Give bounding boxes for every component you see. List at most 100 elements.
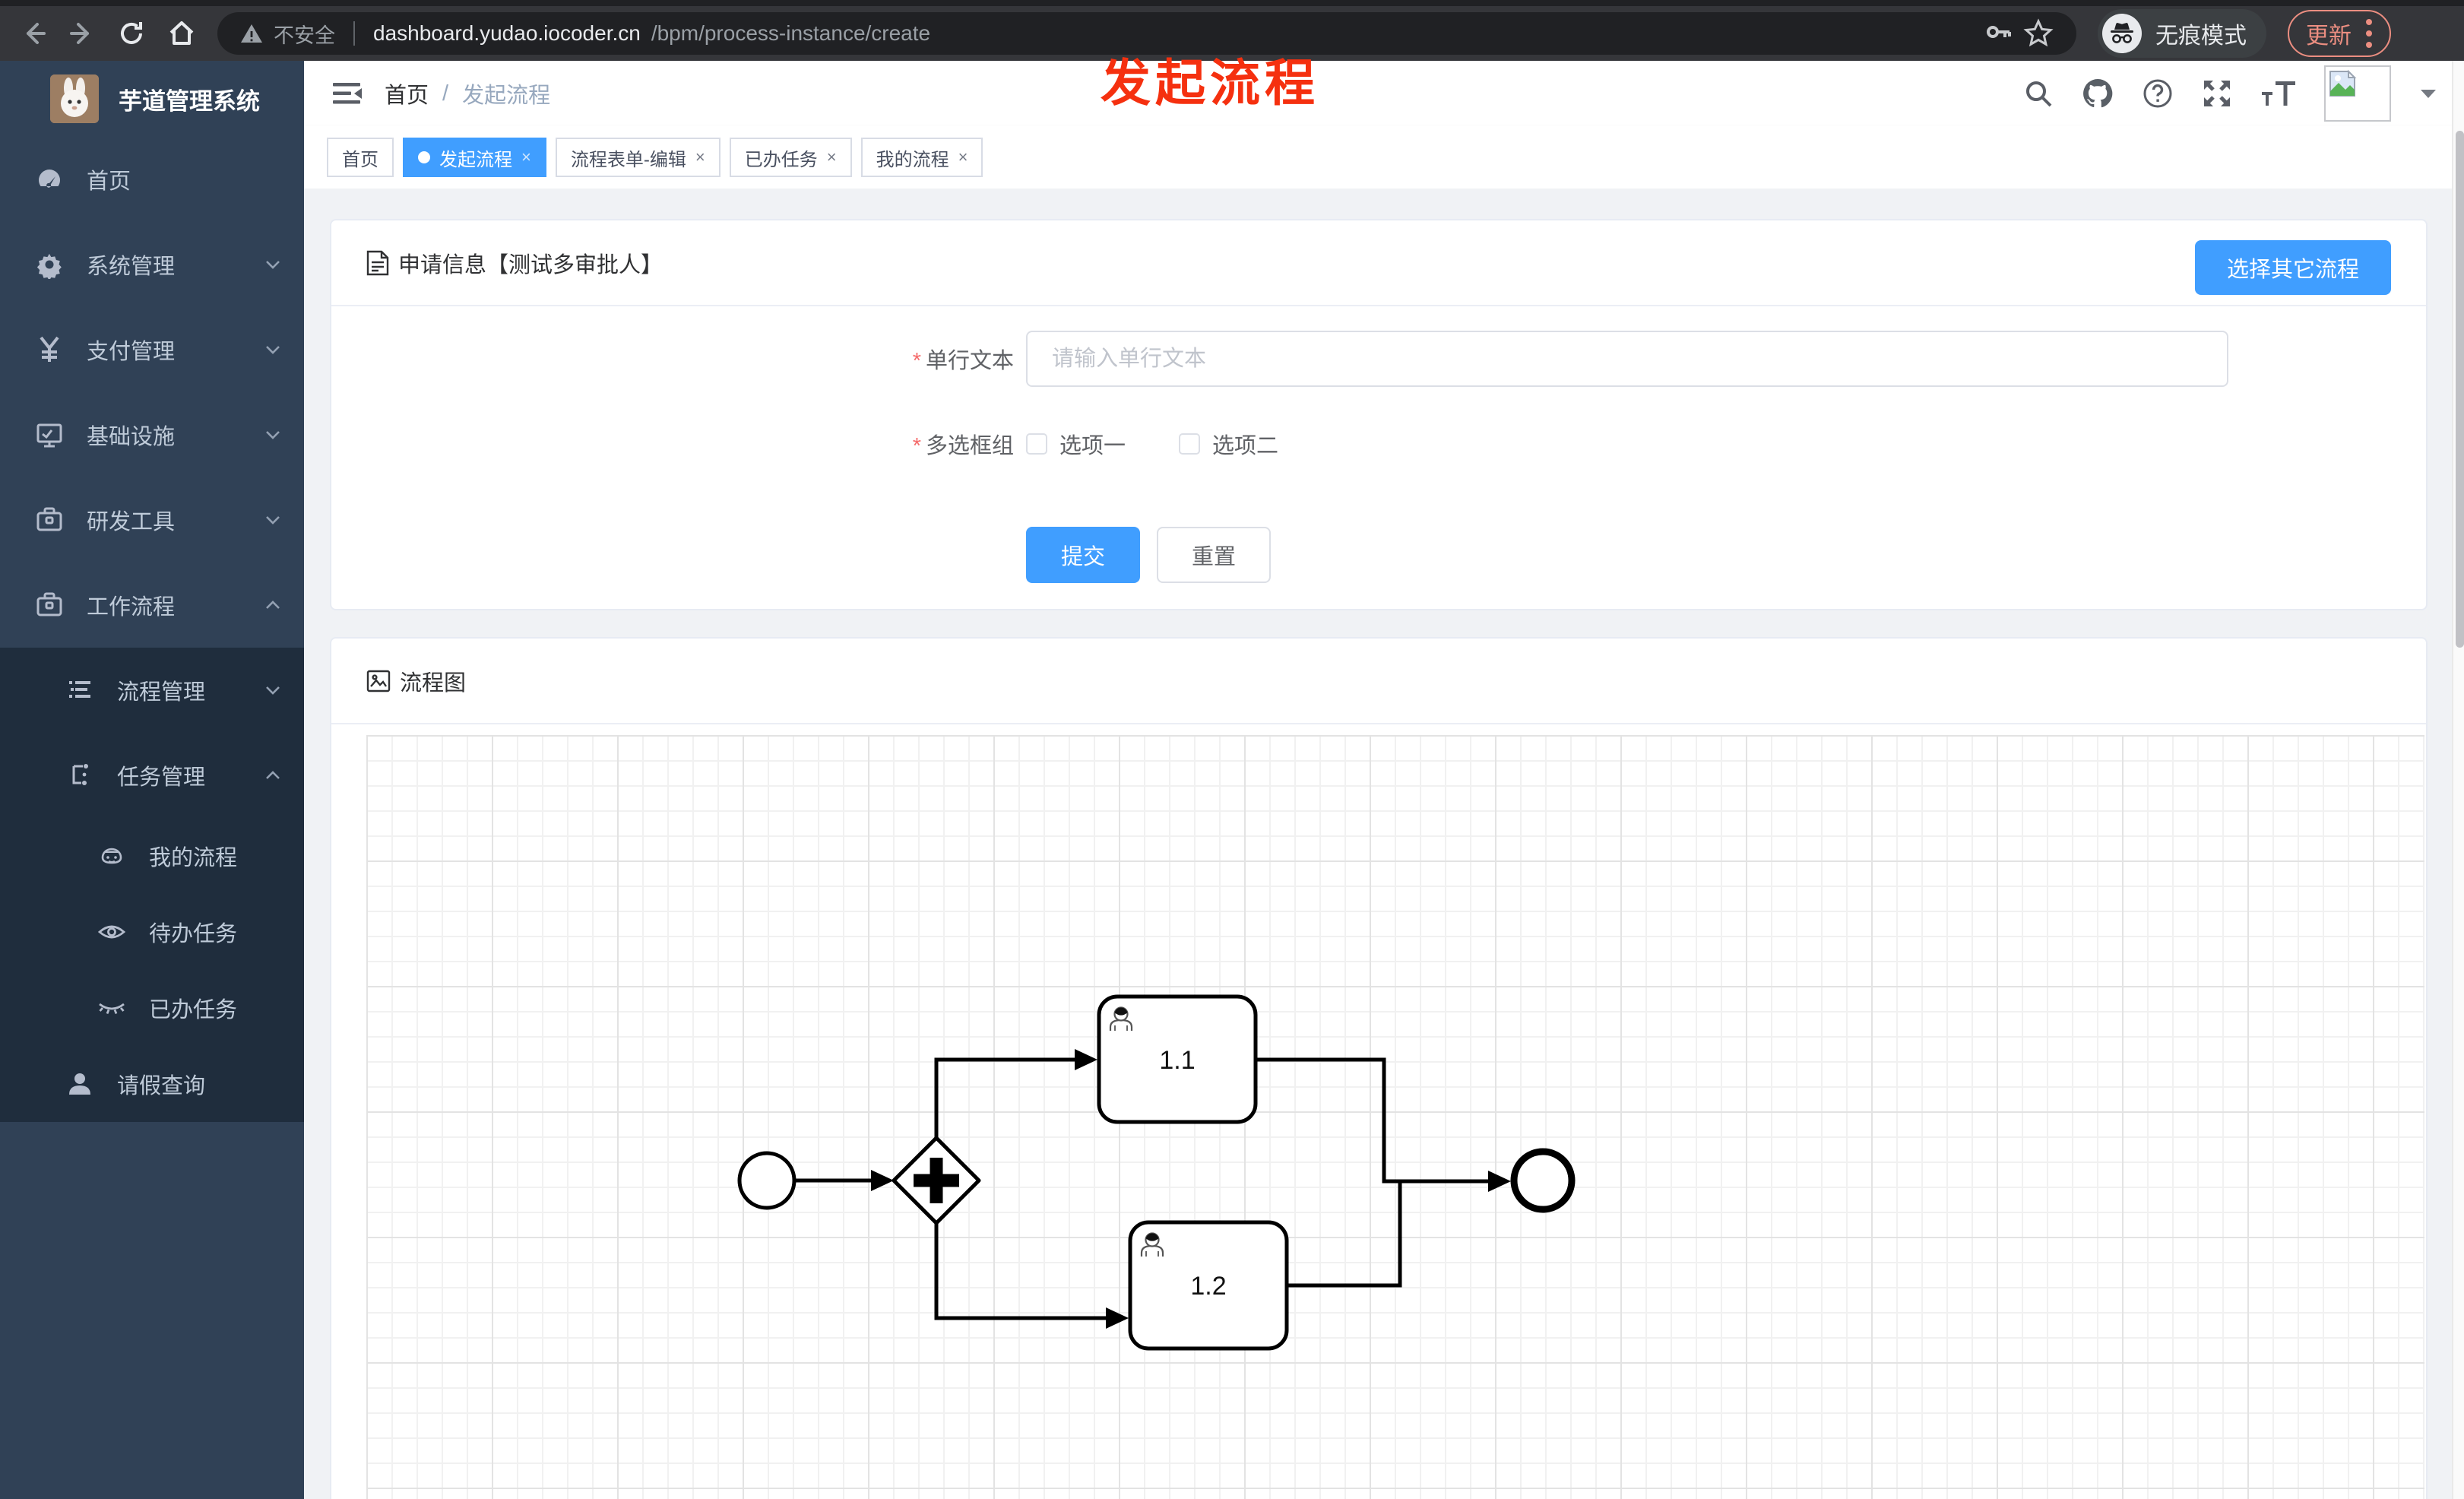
browser-menu-icon[interactable] bbox=[2365, 17, 2373, 49]
back-icon[interactable] bbox=[20, 20, 47, 47]
url-bar[interactable]: 不安全 dashboard.yudao.iocoder.cn/bpm/proce… bbox=[217, 12, 2076, 55]
page-header: 首页 / 发起流程 bbox=[304, 61, 2464, 126]
eye-closed-icon bbox=[94, 994, 129, 1022]
checkbox-option-2[interactable]: 选项二 bbox=[1179, 428, 1278, 460]
arrowhead bbox=[1075, 1049, 1097, 1070]
bpmn-canvas[interactable]: 1.1 1.2 bbox=[331, 724, 2426, 1499]
start-event[interactable] bbox=[737, 1151, 797, 1210]
active-dot bbox=[418, 151, 430, 163]
single-line-text-input[interactable] bbox=[1026, 331, 2228, 387]
toolbox-icon bbox=[32, 591, 67, 620]
logo-image bbox=[50, 74, 99, 123]
sidebar-item-my-process[interactable]: 我的流程 bbox=[0, 818, 304, 894]
sidebar-collapse-icon[interactable] bbox=[331, 80, 362, 107]
sidebar-item-task-mgmt[interactable]: 任务管理 bbox=[0, 733, 304, 818]
forward-icon[interactable] bbox=[68, 20, 96, 47]
checkbox-option-1[interactable]: 选项一 bbox=[1026, 428, 1126, 460]
workflow-submenu: 流程管理 任务管理 我的流程 待办任务 已办任务 请假查询 bbox=[0, 648, 304, 1122]
end-event[interactable] bbox=[1510, 1148, 1576, 1213]
font-size-icon[interactable] bbox=[2260, 78, 2297, 109]
parallel-gateway[interactable] bbox=[892, 1136, 981, 1225]
apply-info-card: 申请信息【测试多审批人】 选择其它流程 *单行文本 *多选框组 选项一 选项二 … bbox=[330, 219, 2428, 610]
bookmark-star-icon[interactable] bbox=[2023, 18, 2054, 49]
scrollbar-thumb[interactable] bbox=[2456, 131, 2464, 648]
chevron-up-icon bbox=[263, 765, 283, 785]
toolbox-icon bbox=[32, 505, 67, 534]
security-warning-icon[interactable] bbox=[240, 22, 263, 45]
sidebar-item-label: 我的流程 bbox=[149, 846, 238, 870]
chevron-down-icon bbox=[263, 425, 283, 445]
arrowhead bbox=[1106, 1307, 1129, 1329]
checkbox[interactable] bbox=[1179, 433, 1201, 455]
eye-icon bbox=[94, 917, 129, 946]
page-content: 申请信息【测试多审批人】 选择其它流程 *单行文本 *多选框组 选项一 选项二 … bbox=[304, 189, 2464, 1499]
sidebar-item-done-tasks[interactable]: 已办任务 bbox=[0, 970, 304, 1046]
reset-button[interactable]: 重置 bbox=[1157, 527, 1272, 583]
field-label: * 多选框组 bbox=[912, 434, 1014, 458]
close-icon[interactable]: × bbox=[521, 147, 531, 167]
help-icon[interactable] bbox=[2142, 78, 2174, 109]
sidebar-item-leave-query[interactable]: 请假查询 bbox=[0, 1046, 304, 1122]
tab-my-process[interactable]: 我的流程 × bbox=[860, 138, 983, 177]
breadcrumb-home[interactable]: 首页 bbox=[385, 78, 429, 109]
update-button[interactable]: 更新 bbox=[2288, 10, 2391, 57]
form-row-checkbox: * 多选框组 选项一 选项二 bbox=[331, 428, 2426, 460]
sidebar-item-label: 工作流程 bbox=[87, 595, 176, 620]
sidebar-item-label: 首页 bbox=[87, 170, 131, 194]
bpmn-diagram: 1.1 1.2 bbox=[737, 994, 1576, 1351]
avatar[interactable] bbox=[2324, 65, 2391, 122]
sidebar-item-todo-tasks[interactable]: 待办任务 bbox=[0, 894, 304, 970]
card-title: 流程图 bbox=[400, 670, 467, 696]
sidebar-item-payment[interactable]: 支付管理 bbox=[0, 307, 304, 392]
fullscreen-icon[interactable] bbox=[2201, 78, 2233, 109]
submit-button[interactable]: 提交 bbox=[1026, 527, 1141, 583]
close-icon[interactable]: × bbox=[827, 147, 837, 167]
sidebar: 芋道管理系统 首页 系统管理 支付管理 基础设施 研发工具 工作流程 流程管理 bbox=[0, 61, 304, 1499]
checkbox[interactable] bbox=[1026, 433, 1047, 455]
sidebar-item-process-mgmt[interactable]: 流程管理 bbox=[0, 648, 304, 733]
update-label: 更新 bbox=[2306, 24, 2352, 49]
monitor-icon bbox=[32, 420, 67, 449]
incognito-label: 无痕模式 bbox=[2155, 24, 2247, 49]
sidebar-item-infrastructure[interactable]: 基础设施 bbox=[0, 392, 304, 477]
close-icon[interactable]: × bbox=[958, 147, 968, 167]
url-path: /bpm/process-instance/create bbox=[651, 21, 931, 45]
chevron-down-icon[interactable] bbox=[2420, 88, 2437, 99]
security-label: 不安全 bbox=[274, 24, 335, 47]
chevron-down-icon bbox=[263, 255, 283, 274]
card-title: 申请信息【测试多审批人】 bbox=[398, 252, 664, 277]
form-actions: 提交 重置 bbox=[331, 527, 2426, 583]
chevron-up-icon bbox=[263, 595, 283, 615]
card-header: 流程图 bbox=[331, 639, 2426, 724]
key-icon[interactable] bbox=[1984, 19, 2013, 48]
chevron-down-icon bbox=[263, 510, 283, 530]
apply-form: *单行文本 *多选框组 选项一 选项二 提交 重置 bbox=[331, 306, 2426, 583]
flow-gateway-task2 bbox=[934, 1222, 1109, 1320]
sidebar-item-label: 系统管理 bbox=[87, 255, 176, 279]
sidebar-item-system[interactable]: 系统管理 bbox=[0, 222, 304, 307]
sidebar-item-label: 基础设施 bbox=[87, 425, 176, 449]
close-icon[interactable]: × bbox=[695, 147, 705, 167]
process-diagram-card: 流程图 1.1 1.2 bbox=[330, 637, 2428, 1499]
browser-toolbar: 不安全 dashboard.yudao.iocoder.cn/bpm/proce… bbox=[0, 6, 2464, 61]
page-scrollbar[interactable] bbox=[2452, 61, 2464, 1499]
choose-other-process-button[interactable]: 选择其它流程 bbox=[2194, 240, 2391, 295]
sidebar-item-home[interactable]: 首页 bbox=[0, 137, 304, 222]
reload-icon[interactable] bbox=[117, 19, 146, 48]
github-icon[interactable] bbox=[2081, 77, 2114, 110]
sidebar-item-label: 请假查询 bbox=[117, 1074, 206, 1098]
dashboard-icon bbox=[32, 165, 67, 194]
sidebar-item-workflow[interactable]: 工作流程 bbox=[0, 563, 304, 648]
tab-home[interactable]: 首页 bbox=[327, 138, 394, 177]
user-task-1-2[interactable]: 1.2 bbox=[1128, 1220, 1289, 1351]
tab-process-form-edit[interactable]: 流程表单-编辑 × bbox=[555, 138, 721, 177]
home-icon[interactable] bbox=[167, 19, 196, 48]
search-icon[interactable] bbox=[2023, 78, 2054, 109]
user-task-1-1[interactable]: 1.1 bbox=[1097, 994, 1258, 1124]
app-logo[interactable]: 芋道管理系统 bbox=[0, 61, 304, 137]
tab-initiate-process[interactable]: 发起流程 × bbox=[403, 138, 546, 177]
breadcrumb-current: 发起流程 bbox=[462, 84, 551, 108]
tab-done-tasks[interactable]: 已办任务 × bbox=[729, 138, 852, 177]
sidebar-item-dev-tools[interactable]: 研发工具 bbox=[0, 477, 304, 563]
task-label: 1.2 bbox=[1190, 1272, 1226, 1301]
